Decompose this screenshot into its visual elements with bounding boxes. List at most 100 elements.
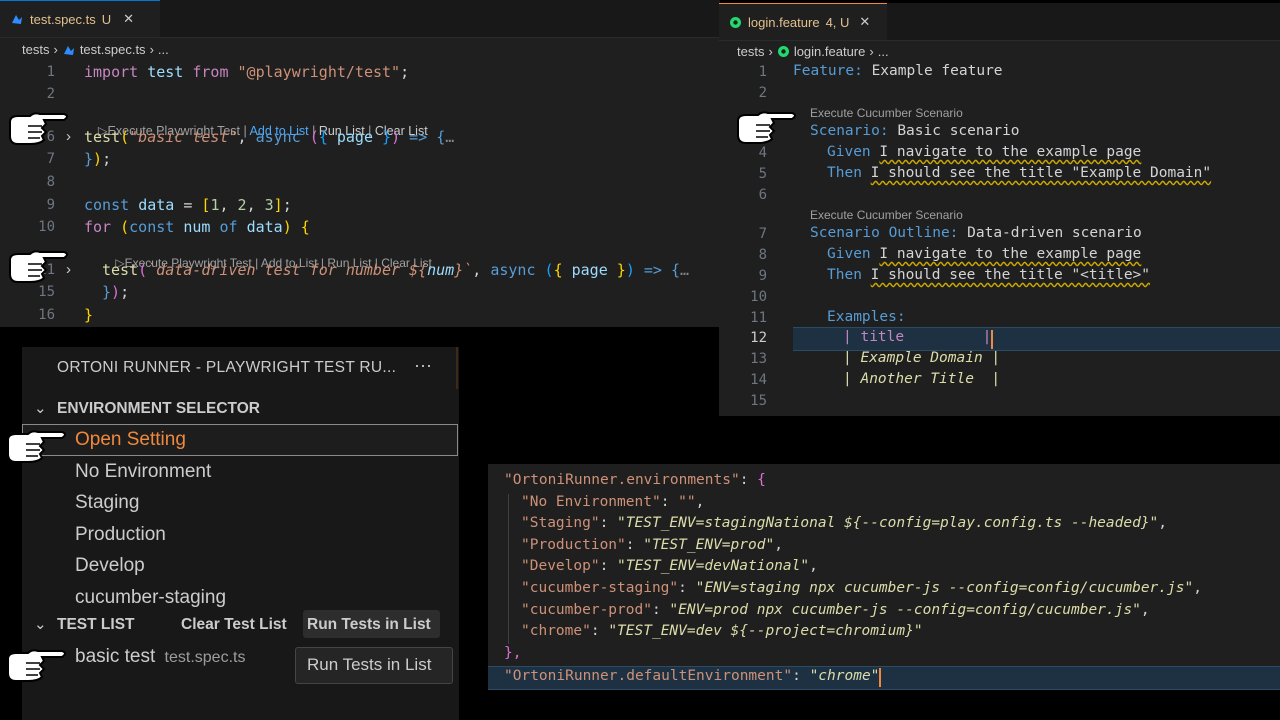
line-number: 14 — [750, 372, 767, 388]
line-number: 2 — [758, 85, 767, 101]
line-number: 8 — [758, 247, 767, 263]
line-number: 15 — [750, 393, 767, 409]
examples-table-row: | title | — [843, 329, 992, 345]
more-actions-icon[interactable]: ··· — [414, 355, 432, 376]
code-line-9: const data = [1, 2, 3]; — [84, 196, 292, 214]
line-number: 8 — [46, 174, 55, 190]
tab-label: test.spec.ts — [30, 11, 96, 27]
right-editor: login.feature 4, U ✕ tests › login.featu… — [719, 3, 1280, 416]
environment-selector-header[interactable]: ENVIRONMENT SELECTOR — [57, 400, 260, 418]
test-name: basic test — [75, 646, 156, 667]
line-number: 2 — [46, 86, 55, 102]
test-list-item[interactable]: basic test test.spec.ts — [75, 646, 245, 668]
json-entry: "cucumber-prod": "ENV=prod npx cucumber-… — [521, 602, 1150, 618]
sidebar-title: ORTONI RUNNER - PLAYWRIGHT TEST RU... — [57, 359, 397, 376]
chevron-down-icon[interactable]: ⌄ — [34, 399, 47, 417]
tab-login-feature[interactable]: login.feature 4, U ✕ — [719, 3, 887, 40]
breadcrumb-folder[interactable]: tests — [22, 42, 49, 57]
run-tests-in-list-button[interactable]: Run Tests in List — [307, 616, 431, 634]
line-number: 7 — [46, 151, 55, 167]
json-entry: "cucumber-staging": "ENV=staging npx cuc… — [521, 580, 1202, 596]
code-line-1: import test from "@playwright/test"; — [84, 63, 410, 81]
scenario-line: Scenario: Basic scenario — [810, 123, 1020, 139]
given-step: Given I navigate to the example page — [827, 246, 1142, 262]
ortoni-sidebar: ORTONI RUNNER - PLAYWRIGHT TEST RU... ··… — [22, 347, 459, 720]
text-cursor — [879, 668, 881, 687]
json-entry: "Staging": "TEST_ENV=stagingNational ${-… — [521, 515, 1168, 531]
breadcrumb-folder[interactable]: tests — [737, 44, 764, 59]
line-number: 16 — [38, 307, 55, 323]
env-item-staging[interactable]: Staging — [75, 492, 139, 514]
env-item-production[interactable]: Production — [75, 524, 166, 546]
breadcrumb-rest[interactable]: ... — [878, 44, 889, 59]
pointing-hand-icon — [9, 112, 68, 145]
settings-json-editor: "OrtoniRunner.environments": { "No Envir… — [488, 464, 1280, 690]
tab-label: login.feature — [748, 14, 820, 30]
line-number: 9 — [46, 197, 55, 213]
breadcrumb-file[interactable]: test.spec.ts — [80, 42, 146, 57]
json-entry: "Production": "TEST_ENV=prod", — [521, 537, 783, 553]
feature-line: Feature: Example feature — [793, 63, 1003, 79]
examples-table-row: | Another Title | — [843, 371, 1001, 387]
test-file: test.spec.ts — [164, 649, 246, 666]
cucumber-icon — [730, 16, 741, 28]
code-line-16: } — [84, 306, 94, 324]
line-number-current: 12 — [750, 330, 767, 346]
then-step: Then I should see the title "Example Dom… — [827, 165, 1212, 181]
playwright-icon — [12, 15, 22, 24]
tooltip-text: Run Tests in List — [307, 655, 432, 674]
close-icon[interactable]: ✕ — [859, 14, 870, 30]
line-number: 5 — [758, 166, 767, 182]
env-item-open-setting[interactable]: Open Setting — [75, 429, 186, 451]
breadcrumb: tests › test.spec.ts › ... — [22, 42, 169, 57]
then-step: Then I should see the title "<title>" — [827, 267, 1151, 283]
tab-test-spec[interactable]: test.spec.ts U ✕ — [0, 0, 160, 37]
json-close: }, — [504, 645, 522, 661]
code-line-6: test("basic test", async ({ page }) => {… — [84, 128, 455, 146]
env-item-cucumber-staging[interactable]: cucumber-staging — [75, 587, 226, 609]
execute-cucumber-scenario-link[interactable]: Execute Cucumber Scenario — [810, 208, 963, 222]
test-list-header[interactable]: TEST LIST — [57, 616, 135, 634]
code-line-11: test(`data-driven test for number ${num}… — [102, 261, 690, 279]
line-number: 10 — [38, 219, 55, 235]
examples-table-row: | Example Domain | — [843, 350, 1001, 366]
left-editor: test.spec.ts U ✕ tests › test.spec.ts › … — [0, 0, 720, 327]
json-entry: "chrome": "TEST_ENV=dev ${--project=chro… — [521, 623, 923, 639]
code-line-10: for (const num of data) { — [84, 218, 310, 236]
clear-test-list-button[interactable]: Clear Test List — [181, 616, 287, 634]
scenario-outline-line: Scenario Outline: Data-driven scenario — [810, 225, 1142, 241]
line-number: 4 — [758, 145, 767, 161]
line-number: 11 — [750, 310, 767, 326]
text-cursor — [991, 330, 993, 349]
code-line-7: }); — [84, 150, 112, 168]
breadcrumb-file[interactable]: login.feature — [794, 44, 866, 59]
line-number: 15 — [38, 284, 55, 300]
json-default-environment: "OrtoniRunner.defaultEnvironment": "chro… — [504, 668, 880, 684]
json-entry: "No Environment": "", — [521, 494, 705, 510]
playwright-icon — [63, 45, 74, 55]
code-line-15: }); — [102, 283, 130, 301]
breadcrumb-rest[interactable]: ... — [158, 42, 169, 57]
chevron-down-icon[interactable]: ⌄ — [34, 615, 47, 633]
view-divider — [456, 347, 458, 389]
env-item-no-environment[interactable]: No Environment — [75, 461, 211, 483]
env-item-develop[interactable]: Develop — [75, 555, 145, 577]
line-number: 10 — [750, 289, 767, 305]
pointing-hand-icon — [7, 430, 66, 463]
tab-status: U — [101, 11, 112, 27]
json-entry: "Develop": "TEST_ENV=devNational", — [521, 558, 818, 574]
line-number: 13 — [750, 351, 767, 367]
chevron-right-icon: › — [149, 42, 154, 57]
line-number: 1 — [46, 64, 55, 80]
cucumber-icon — [777, 46, 789, 57]
chevron-right-icon: › — [53, 42, 58, 57]
execute-cucumber-scenario-link[interactable]: Execute Cucumber Scenario — [810, 106, 963, 120]
close-icon[interactable]: ✕ — [123, 11, 134, 27]
chevron-right-icon: › — [869, 44, 874, 59]
breadcrumb: tests › login.feature › ... — [737, 44, 889, 59]
json-key-environments: "OrtoniRunner.environments": { — [504, 472, 766, 488]
pointing-hand-icon — [737, 111, 796, 144]
chevron-right-icon: › — [768, 44, 773, 59]
indent-guide — [508, 494, 509, 644]
line-number: 9 — [758, 268, 767, 284]
